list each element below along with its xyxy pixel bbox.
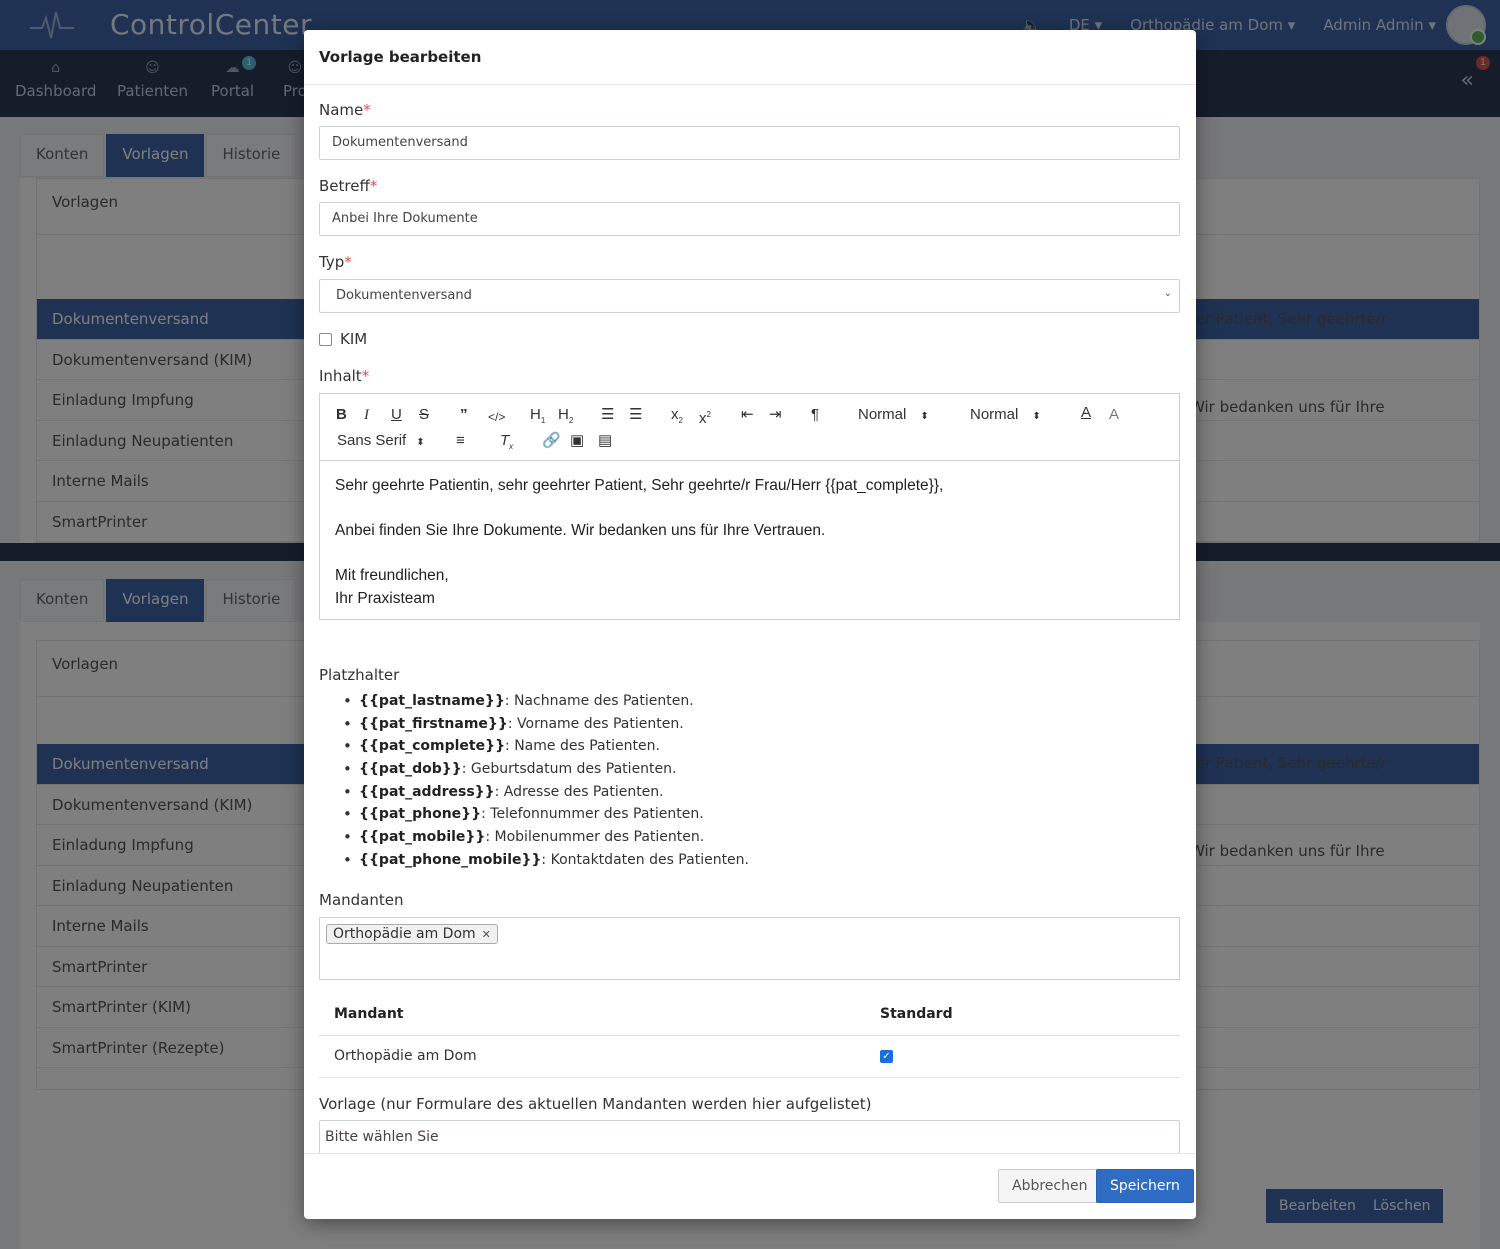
tenant-cell: Orthopädie am Dom	[319, 1035, 865, 1078]
list-item: {{pat_mobile}}: Mobilenummer des Patient…	[343, 828, 749, 852]
tenants-multiselect[interactable]: Orthopädie am Dom ✕	[319, 917, 1180, 980]
content-label: Inhalt*	[319, 367, 370, 385]
editor-toolbar: B I U S ” </> H1 H2 ☰ ☰ x2 x2 ⇤ ⇥ ¶ Norm…	[320, 394, 1179, 461]
size-select[interactable]: Normal ⬍	[970, 406, 1041, 423]
bullet-list-icon[interactable]: ☰	[629, 406, 642, 424]
video-icon[interactable]: ▤	[598, 432, 612, 450]
subscript-icon[interactable]: x2	[671, 406, 683, 430]
template-label: Vorlage (nur Formulare des aktuellen Man…	[319, 1095, 872, 1113]
modal-footer: Abbrechen Speichern	[304, 1153, 1196, 1219]
editor-content[interactable]: Sehr geehrte Patientin, sehr geehrter Pa…	[320, 461, 1179, 619]
list-item: {{pat_phone_mobile}}: Kontaktdaten des P…	[343, 851, 749, 875]
placeholder-list: {{pat_lastname}}: Nachname des Patienten…	[343, 692, 749, 875]
cancel-button[interactable]: Abbrechen	[998, 1169, 1102, 1203]
outdent-icon[interactable]: ⇤	[741, 406, 754, 424]
list-item: {{pat_address}}: Adresse des Patienten.	[343, 783, 749, 807]
blockquote-icon[interactable]: ”	[460, 406, 468, 424]
placeholders-label: Platzhalter	[319, 666, 400, 684]
list-item: {{pat_dob}}: Geburtsdatum des Patienten.	[343, 760, 749, 784]
list-item: {{pat_firstname}}: Vorname des Patienten…	[343, 715, 749, 739]
background-color-icon[interactable]: A	[1109, 406, 1119, 424]
subject-input[interactable]: Anbei Ihre Dokumente	[319, 202, 1180, 236]
subject-label: Betreff*	[319, 177, 378, 195]
col-tenant-header: Mandant	[319, 993, 865, 1036]
list-item: {{pat_phone}}: Telefonnummer des Patient…	[343, 805, 749, 829]
save-button[interactable]: Speichern	[1096, 1169, 1194, 1203]
default-checkbox[interactable]: ✓	[880, 1049, 893, 1063]
list-item: {{pat_complete}}: Name des Patienten.	[343, 737, 749, 761]
kim-label: KIM	[340, 330, 368, 348]
superscript-icon[interactable]: x2	[699, 406, 711, 428]
font-color-icon[interactable]: A	[1081, 404, 1091, 422]
type-select[interactable]: Dokumentenversand ⌄	[319, 279, 1180, 313]
indent-icon[interactable]: ⇥	[769, 406, 782, 424]
image-icon[interactable]: ▣	[570, 432, 584, 450]
col-default-header: Standard	[865, 993, 1180, 1036]
rich-text-editor: B I U S ” </> H1 H2 ☰ ☰ x2 x2 ⇤ ⇥ ¶ Norm…	[319, 393, 1180, 620]
header-select[interactable]: Normal ⬍	[858, 406, 929, 423]
align-icon[interactable]: ≡	[456, 432, 465, 450]
table-row: Orthopädie am Dom ✓	[319, 1035, 1180, 1078]
clear-format-icon[interactable]: Tx	[500, 432, 513, 456]
kim-checkbox[interactable]	[319, 332, 332, 346]
name-label: Name*	[319, 101, 371, 119]
modal-title: Vorlage bearbeiten	[304, 30, 1196, 85]
type-label: Typ*	[319, 253, 352, 271]
content-line: Mit freundlichen,	[335, 567, 449, 584]
template-select[interactable]: Bitte wählen Sie	[319, 1120, 1180, 1154]
strike-icon[interactable]: S	[419, 406, 429, 424]
underline-icon[interactable]: U	[391, 406, 402, 424]
bold-icon[interactable]: B	[336, 406, 347, 424]
tenants-label: Mandanten	[319, 891, 404, 909]
heading2-icon[interactable]: H2	[558, 406, 573, 430]
type-select-value: Dokumentenversand	[319, 279, 1180, 313]
font-select[interactable]: Sans Serif ⬍	[337, 432, 425, 449]
list-item: {{pat_lastname}}: Nachname des Patienten…	[343, 692, 749, 716]
name-input[interactable]: Dokumentenversand	[319, 126, 1180, 160]
content-line: Ihr Praxisteam	[335, 589, 435, 607]
chevron-down-icon: ⌄	[1163, 288, 1172, 299]
content-line: Anbei finden Sie Ihre Dokumente. Wir bed…	[335, 522, 826, 539]
default-cell: ✓	[865, 1035, 1180, 1078]
code-icon[interactable]: </>	[488, 408, 505, 426]
edit-template-modal: Vorlage bearbeiten Name* Dokumentenversa…	[304, 30, 1196, 1219]
remove-tag-icon[interactable]: ✕	[482, 928, 491, 941]
ordered-list-icon[interactable]: ☰	[601, 406, 614, 424]
content-line: Sehr geehrte Patientin, sehr geehrter Pa…	[335, 477, 944, 494]
link-icon[interactable]: 🔗	[542, 432, 561, 450]
text-direction-icon[interactable]: ¶	[811, 406, 819, 424]
italic-icon[interactable]: I	[364, 406, 369, 424]
heading1-icon[interactable]: H1	[530, 406, 545, 430]
tenant-tag: Orthopädie am Dom ✕	[326, 924, 498, 944]
tenant-table: Mandant Standard Orthopädie am Dom ✓	[319, 993, 1180, 1078]
